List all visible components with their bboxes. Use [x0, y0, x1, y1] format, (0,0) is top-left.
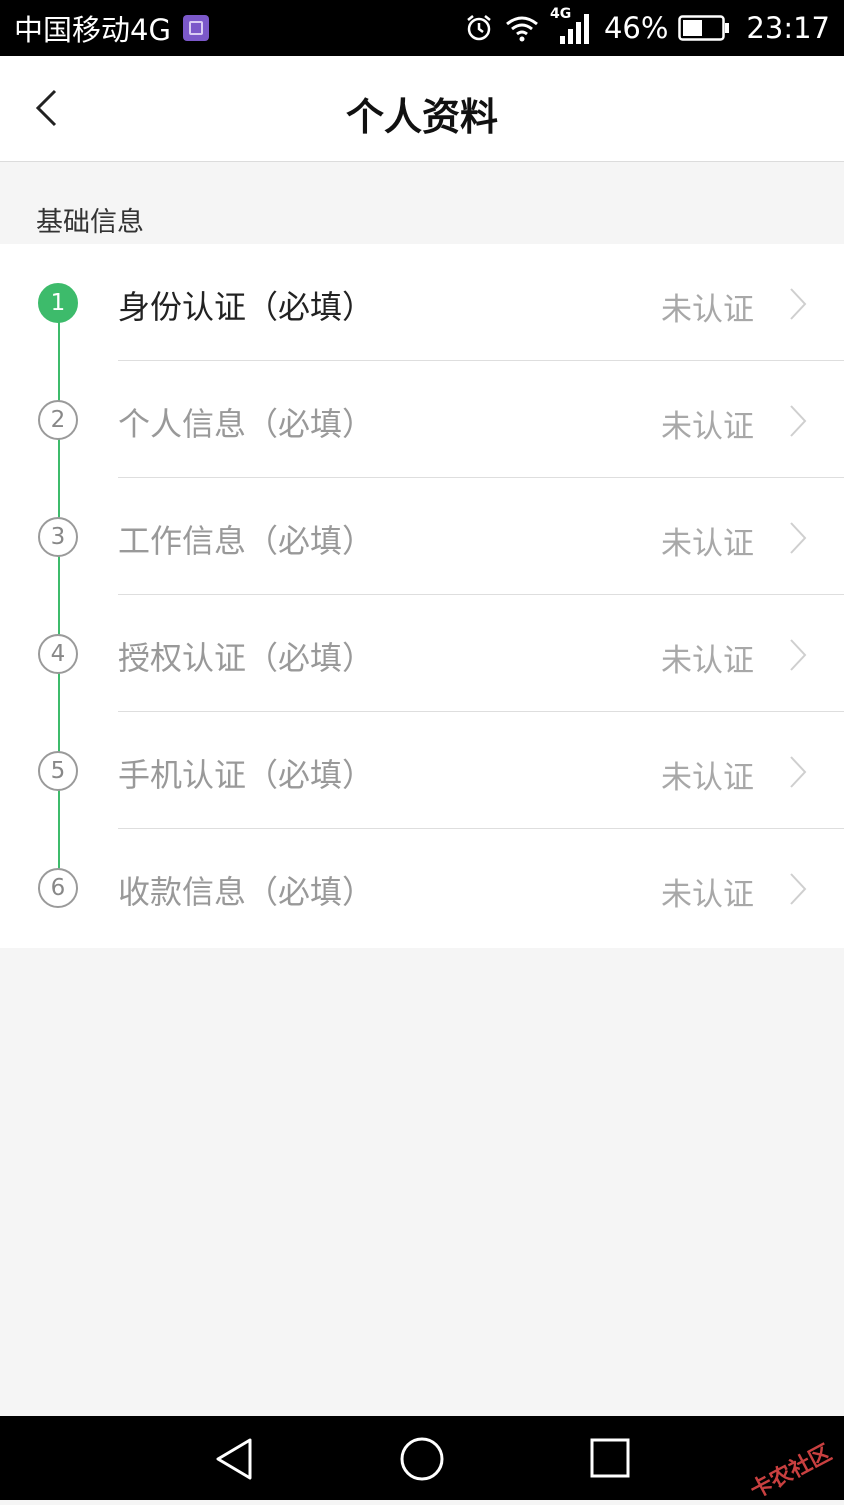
step-row-personal-info[interactable]: 2 个人信息（必填） 未认证	[0, 361, 844, 478]
step-row-identity[interactable]: 1 身份认证（必填） 未认证	[0, 244, 844, 361]
step-label: 授权认证（必填）	[118, 639, 375, 677]
home-circle-icon[interactable]	[399, 1436, 445, 1482]
step-number-circle: 4	[38, 634, 78, 674]
step-label: 手机认证（必填）	[118, 756, 375, 794]
page-title: 个人资料	[345, 95, 498, 139]
step-label: 收款信息（必填）	[118, 873, 375, 911]
back-triangle-icon[interactable]	[212, 1436, 258, 1482]
battery-icon	[678, 15, 730, 41]
step-number-circle: 3	[38, 517, 78, 557]
carrier-name: 中国移动4G	[14, 13, 171, 47]
chevron-right-icon	[790, 405, 807, 437]
chevron-right-icon	[790, 522, 807, 554]
signal-icon: 4G	[550, 6, 594, 46]
step-label: 身份认证（必填）	[118, 288, 375, 326]
chevron-right-icon	[790, 288, 807, 320]
nav-bar: 个人资料	[0, 56, 844, 162]
step-number-circle: 6	[38, 868, 78, 908]
step-status: 未认证	[661, 877, 754, 913]
alarm-icon	[467, 15, 491, 41]
step-status: 未认证	[661, 409, 754, 445]
watermark: 卡农社区	[746, 1440, 836, 1504]
chevron-right-icon	[790, 873, 807, 905]
step-list: 1 身份认证（必填） 未认证 2 个人信息（必填） 未认证 3 工作信息（必填）…	[0, 244, 844, 948]
step-number-circle: 5	[38, 751, 78, 791]
step-number-circle: 1	[38, 283, 78, 323]
step-status: 未认证	[661, 643, 754, 679]
wifi-icon	[506, 16, 538, 42]
chevron-right-icon	[790, 639, 807, 671]
section-title: 基础信息	[36, 207, 144, 238]
step-status: 未认证	[661, 760, 754, 796]
system-nav-bar: 卡农社区	[0, 1416, 844, 1504]
step-row-authorization[interactable]: 4 授权认证（必填） 未认证	[0, 595, 844, 712]
step-row-work-info[interactable]: 3 工作信息（必填） 未认证	[0, 478, 844, 595]
step-label: 个人信息（必填）	[118, 405, 375, 443]
gallery-icon	[182, 15, 209, 41]
step-row-payment[interactable]: 6 收款信息（必填） 未认证	[0, 829, 844, 946]
step-number-circle: 2	[38, 400, 78, 440]
status-bar: 中国移动4G 4G 46% 23:17	[0, 0, 844, 56]
chevron-right-icon	[790, 756, 807, 788]
battery-percent: 46%	[603, 11, 669, 45]
step-label: 工作信息（必填）	[118, 522, 375, 560]
step-status: 未认证	[661, 292, 754, 328]
step-status: 未认证	[661, 526, 754, 562]
clock: 23:17	[746, 11, 830, 45]
step-row-phone[interactable]: 5 手机认证（必填） 未认证	[0, 712, 844, 829]
status-icons: 4G 46% 23:17	[464, 6, 830, 46]
recents-square-icon[interactable]	[588, 1436, 632, 1480]
